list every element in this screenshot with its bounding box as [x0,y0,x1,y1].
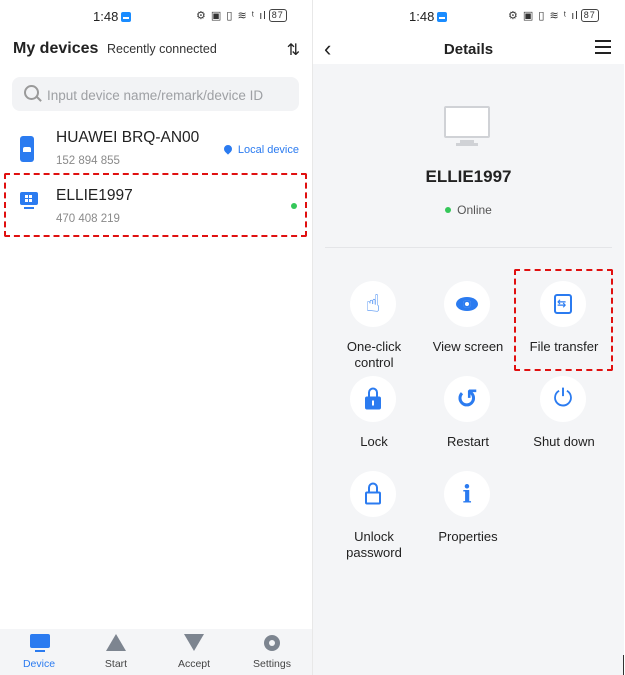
properties-button[interactable]: i Properties [420,471,516,551]
power-icon: ⏻ [553,385,573,412]
devices-header: My devices Recently connected ⇅ [0,34,312,64]
device-list-screen: 1:48 ⚙ ▣ ▯ ≋ ᵗ ıl 87 My devices Recently … [0,0,312,675]
device-id: 152 894 855 [56,155,120,167]
action-label: Lock [360,434,388,449]
action-circle: ⏻ [540,376,586,422]
action-label: Properties [438,529,498,544]
search-icon [24,85,39,100]
device-icon [30,634,50,652]
nav-label: Settings [253,658,291,670]
status-time: 1:48 [409,9,448,24]
highlight-box-device [4,173,307,237]
action-label: One-click control [346,339,402,370]
online-status-dot [445,207,452,213]
gear-icon [264,635,280,651]
nav-label: Start [104,658,128,670]
action-label: Unlock password [346,529,402,560]
action-circle: ☝ [350,281,396,327]
search-input[interactable] [45,77,299,113]
action-circle: i [444,471,490,517]
lock-icon [365,387,381,410]
eye-icon [456,297,478,311]
device-name: ELLIE1997 [425,167,512,186]
restart-icon: ↺ [456,383,478,414]
view-screen-button[interactable]: View screen [420,281,516,371]
menu-icon[interactable] [595,40,611,54]
pointer-hand-icon: ☝ [365,290,381,318]
action-label: View screen [432,339,504,354]
status-icons: ⚙ ▣ ▯ ≋ ᵗ ıl 87 [508,9,599,22]
status-icons: ⚙ ▣ ▯ ≋ ᵗ ıl 87 [196,9,287,22]
device-details-screen: 1:48 ⚙ ▣ ▯ ≋ ᵗ ıl 87 ‹ Details ELLIE1997 … [313,0,624,675]
nav-label: Accept [177,658,211,670]
nav-start[interactable]: Start [86,629,146,675]
app-notification-icon [121,12,132,22]
start-icon [106,634,126,651]
accept-icon [184,634,204,651]
action-circle: ↺ [444,376,490,422]
device-name: HUAWEI BRQ-AN00 [56,129,200,146]
tab-recently-connected[interactable]: Recently connected [107,42,217,56]
separator [325,247,612,248]
location-pin-icon [222,143,234,155]
monitor-icon [444,106,490,138]
monitor-base [456,143,478,146]
action-label: Restart [447,434,489,449]
nav-device[interactable]: Device [9,629,69,675]
window-edge [623,655,624,675]
app-notification-icon [437,12,448,22]
highlight-box-file-transfer [514,269,613,371]
page-title: My devices [13,40,99,57]
bottom-navigation: Device Start Accept Settings [0,629,312,675]
action-circle [350,376,396,422]
status-bar: 1:48 ⚙ ▣ ▯ ≋ ᵗ ıl 87 [0,0,312,34]
nav-settings[interactable]: Settings [242,629,302,675]
one-click-control-button[interactable]: ☝ One-click control [326,281,422,371]
lock-button[interactable]: Lock [326,376,422,456]
battery-icon: 87 [580,9,599,22]
device-status: Online [313,203,624,217]
nav-accept[interactable]: Accept [164,629,224,675]
page-title: Details [443,41,494,58]
status-time: 1:48 [93,9,132,24]
battery-icon: 87 [268,9,287,22]
action-circle [350,471,396,517]
nav-label: Device [22,658,56,670]
sort-icon[interactable]: ⇅ [287,40,300,60]
unlock-icon [365,482,381,505]
local-device-badge: Local device [222,143,299,156]
unlock-password-button[interactable]: Unlock password [326,471,422,566]
status-bar: 1:48 ⚙ ▣ ▯ ≋ ᵗ ıl 87 [313,0,624,34]
action-label: Shut down [533,434,595,449]
shut-down-button[interactable]: ⏻ Shut down [516,376,612,456]
action-circle [444,281,490,327]
phone-icon [20,136,34,162]
details-header: ‹ Details [313,34,624,64]
search-bar[interactable] [12,77,299,113]
restart-button[interactable]: ↺ Restart [420,376,516,456]
info-icon: i [462,479,472,509]
